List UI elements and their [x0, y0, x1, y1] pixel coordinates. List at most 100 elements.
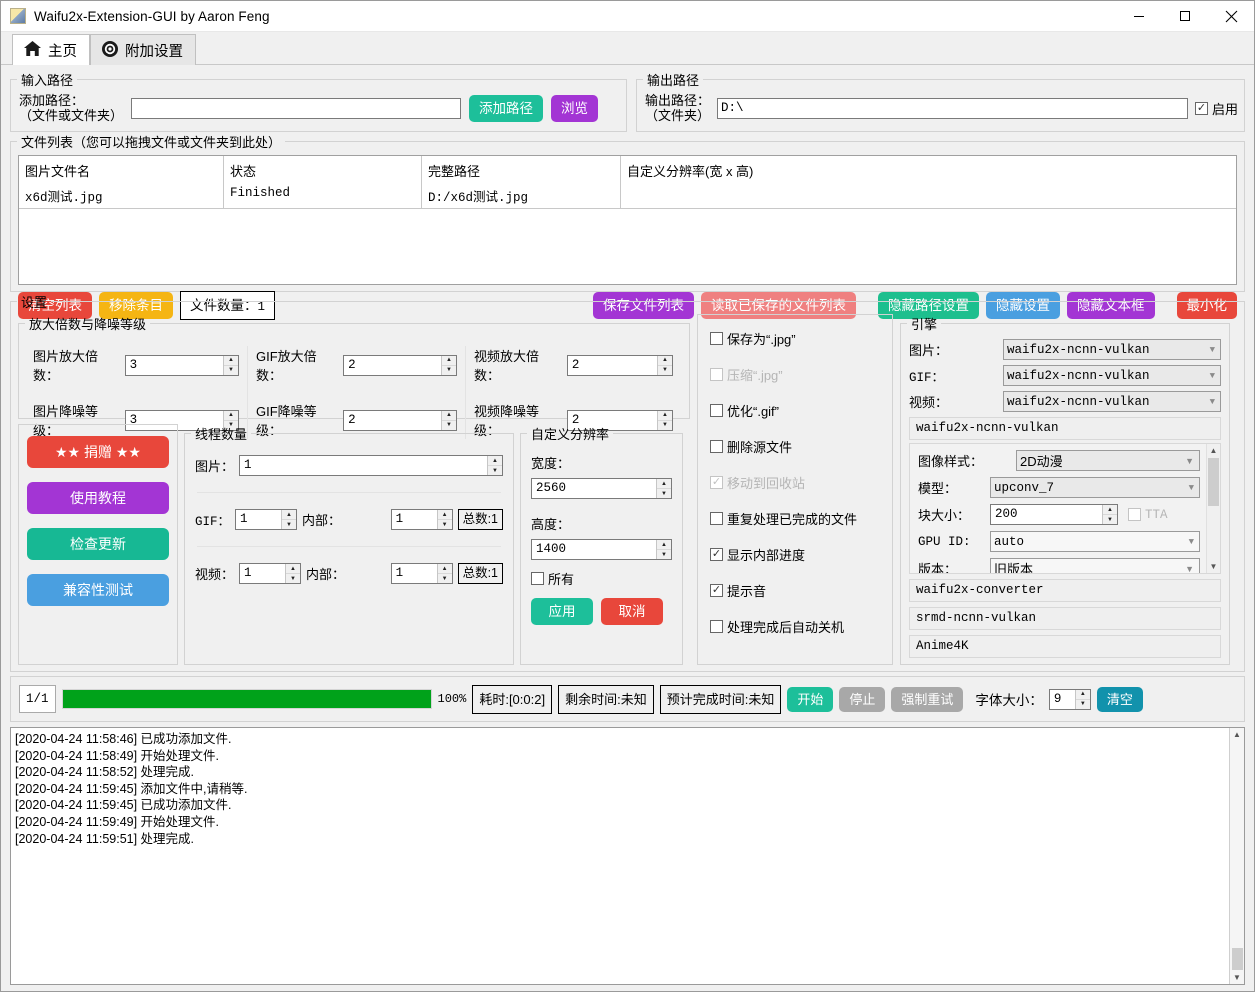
scroll-down-icon[interactable]: ▼ — [1233, 971, 1241, 984]
chevron-down-icon: ▼ — [1210, 345, 1217, 355]
threads-video-label: 视频： — [195, 564, 234, 583]
engine-gif-select[interactable]: waifu2x-ncnn-vulkan ▼ — [1003, 365, 1221, 386]
font-size-value: 9 — [1050, 690, 1075, 709]
option-label: 保存为“.jpg” — [727, 329, 796, 348]
cell-status: Finished — [224, 184, 422, 208]
engine-video-select[interactable]: waifu2x-ncnn-vulkan ▼ — [1003, 391, 1221, 412]
blocksize-spinbox[interactable]: 200 ▲▼ — [990, 504, 1118, 525]
spin-arrows[interactable]: ▲▼ — [437, 510, 452, 529]
spin-arrows[interactable]: ▲▼ — [1102, 505, 1117, 524]
engine-image-select[interactable]: waifu2x-ncnn-vulkan ▼ — [1003, 339, 1221, 360]
gif-scale-spinbox[interactable]: 2 ▲▼ — [343, 355, 457, 376]
spin-arrows[interactable]: ▲▼ — [437, 564, 452, 583]
engine-option-waifu2x-converter[interactable]: waifu2x-converter — [909, 579, 1221, 602]
scale-denoise-group: 放大倍数与降噪等级 图片放大倍数： 3 ▲▼ — [18, 314, 690, 419]
apply-button[interactable]: 应用 — [531, 598, 593, 625]
log-line: [2020-04-24 11:58:52] 处理完成. — [15, 764, 1225, 781]
file-list-legend: 文件列表（您可以拖拽文件或文件夹到此处） — [17, 132, 285, 151]
option-label: 删除源文件 — [727, 437, 792, 456]
engine-selected-header[interactable]: waifu2x-ncnn-vulkan — [909, 417, 1221, 440]
model-select[interactable]: upconv_7 ▼ — [990, 477, 1200, 498]
stop-button[interactable]: 停止 — [839, 687, 885, 712]
image-style-select[interactable]: 2D动漫 ▼ — [1016, 450, 1200, 471]
browse-button[interactable]: 浏览 — [551, 95, 598, 122]
scrollbar-thumb[interactable] — [1232, 948, 1243, 970]
engine-option-anime4k[interactable]: Anime4K — [909, 635, 1221, 658]
cell-resolution — [621, 184, 819, 208]
cell-fullpath: D:/x6d测试.jpg — [422, 184, 621, 208]
clear-log-button[interactable]: 清空 — [1097, 687, 1143, 712]
gpu-id-select[interactable]: auto ▼ — [990, 531, 1200, 552]
output-path-input[interactable]: D:\ — [717, 98, 1188, 119]
apply-all-checkbox[interactable]: 所有 — [531, 569, 672, 588]
log-scrollbar[interactable]: ▲ ▼ — [1229, 728, 1244, 984]
option-show-internal-progress[interactable]: 显示内部进度 — [710, 545, 892, 564]
engine-option-srmd-ncnn-vulkan[interactable]: srmd-ncnn-vulkan — [909, 607, 1221, 630]
blocksize-value: 200 — [991, 505, 1102, 524]
video-scale-spinbox[interactable]: 2 ▲▼ — [567, 355, 673, 376]
height-spinbox[interactable]: 1400 ▲▼ — [531, 539, 672, 560]
spin-arrows[interactable]: ▲▼ — [223, 356, 238, 375]
table-header: 图片文件名 状态 完整路径 自定义分辨率(宽 x 高) — [19, 156, 1236, 184]
tutorial-button[interactable]: 使用教程 — [27, 482, 169, 514]
tab-extra-settings[interactable]: 附加设置 — [90, 34, 196, 65]
close-icon[interactable] — [1208, 1, 1254, 32]
scroll-down-icon[interactable]: ▼ — [1210, 560, 1218, 573]
font-size-spinbox[interactable]: 9 ▲▼ — [1049, 689, 1091, 710]
version-select[interactable]: 旧版本 ▼ — [990, 558, 1200, 573]
spin-arrows[interactable]: ▲▼ — [656, 479, 671, 498]
threads-gif-spinbox[interactable]: 1 ▲▼ — [235, 509, 297, 530]
table-row[interactable]: x6d测试.jpg Finished D:/x6d测试.jpg — [19, 184, 1236, 208]
minimize-icon[interactable] — [1116, 1, 1162, 32]
tab-home[interactable]: 主页 — [12, 34, 90, 65]
width-spinbox[interactable]: 2560 ▲▼ — [531, 478, 672, 499]
option-shutdown-when-done[interactable]: 处理完成后自动关机 — [710, 617, 892, 636]
check-update-button[interactable]: 检查更新 — [27, 528, 169, 560]
engine-panel-scrollbar[interactable]: ▲ ▼ — [1206, 444, 1220, 573]
spin-arrows[interactable]: ▲▼ — [656, 540, 671, 559]
spin-arrows[interactable]: ▲▼ — [487, 456, 502, 475]
compatibility-test-button[interactable]: 兼容性测试 — [27, 574, 169, 606]
file-list-table[interactable]: 图片文件名 状态 完整路径 自定义分辨率(宽 x 高) x6d测试.jpg Fi… — [18, 155, 1237, 285]
donate-button[interactable]: ★★ 捐赠 ★★ — [27, 436, 169, 468]
option-delete-source[interactable]: 删除源文件 — [710, 437, 892, 456]
force-retry-button[interactable]: 强制重试 — [891, 687, 963, 712]
option-optimize-gif[interactable]: 优化“.gif” — [710, 401, 892, 420]
add-path-button[interactable]: 添加路径 — [469, 95, 543, 122]
log-panel[interactable]: [2020-04-24 11:58:46] 已成功添加文件.[2020-04-2… — [10, 727, 1245, 985]
version-label: 版本： — [918, 559, 984, 573]
output-enable-checkbox[interactable]: 启用 — [1195, 99, 1238, 118]
threads-gif-inner-spinbox[interactable]: 1 ▲▼ — [391, 509, 453, 530]
tab-extra-settings-label: 附加设置 — [125, 40, 183, 61]
image-scale-spinbox[interactable]: 3 ▲▼ — [125, 355, 239, 376]
spin-arrows[interactable]: ▲▼ — [657, 356, 672, 375]
progress-bar-fill — [63, 690, 431, 708]
threads-image-spinbox[interactable]: 1 ▲▼ — [239, 455, 503, 476]
spin-arrows[interactable]: ▲▼ — [281, 510, 296, 529]
column-header-filename: 图片文件名 — [19, 156, 224, 184]
scroll-up-icon[interactable]: ▲ — [1210, 444, 1218, 457]
start-button[interactable]: 开始 — [787, 687, 833, 712]
spin-arrows[interactable]: ▲▼ — [1075, 690, 1090, 709]
spin-arrows[interactable]: ▲▼ — [285, 564, 300, 583]
threads-video-spinbox[interactable]: 1 ▲▼ — [239, 563, 301, 584]
add-path-input[interactable] — [131, 98, 461, 119]
maximize-icon[interactable] — [1162, 1, 1208, 32]
chevron-down-icon: ▼ — [1189, 537, 1196, 547]
scrollbar-thumb[interactable] — [1208, 458, 1219, 506]
progress-bar — [62, 689, 432, 709]
threads-video-inner-value: 1 — [392, 564, 437, 583]
option-save-as-jpg[interactable]: 保存为“.jpg” — [710, 329, 892, 348]
threads-video-inner-spinbox[interactable]: 1 ▲▼ — [391, 563, 453, 584]
option-reprocess-finished[interactable]: 重复处理已完成的文件 — [710, 509, 892, 528]
option-label: 提示音 — [727, 581, 766, 600]
option-notification-sound[interactable]: 提示音 — [710, 581, 892, 600]
tta-label: TTA — [1145, 508, 1168, 522]
spin-arrows[interactable]: ▲▼ — [441, 356, 456, 375]
chevron-down-icon: ▼ — [1210, 371, 1217, 381]
scroll-up-icon[interactable]: ▲ — [1233, 728, 1241, 741]
output-path-legend: 输出路径 — [643, 70, 703, 89]
cancel-button[interactable]: 取消 — [601, 598, 663, 625]
paths-section: 输入路径 添加路径： （文件或文件夹） 添加路径 浏览 输出路径 输出路径： — [10, 70, 1245, 132]
title-bar: Waifu2x-Extension-GUI by Aaron Feng — [1, 1, 1254, 32]
